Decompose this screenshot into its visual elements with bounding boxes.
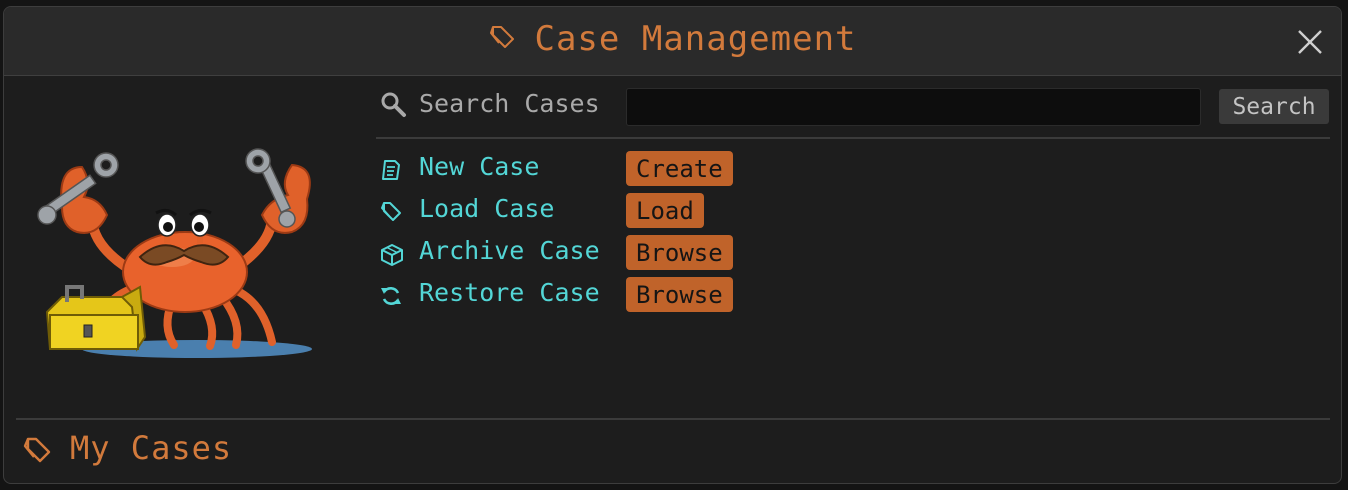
search-input[interactable] [626,88,1201,126]
search-row: Search Cases Search [374,87,1332,127]
action-row-restore-case: Restore Case Browse [376,277,826,319]
new-document-icon [379,158,403,182]
folder-open-icon [379,200,403,224]
divider [16,418,1330,420]
crab-mechanic-mascot [22,137,332,362]
action-row-load-case: Load Case Load [376,193,826,235]
search-icon [379,90,407,122]
action-row-archive-case: Archive Case Browse [376,235,826,277]
restore-case-label: Restore Case [419,278,600,307]
divider [376,137,1330,139]
search-button[interactable]: Search [1219,89,1329,124]
title-bar: Case Management [4,7,1341,76]
archive-case-label: Archive Case [419,236,600,265]
load-button[interactable]: Load [626,193,704,228]
browse-restore-button[interactable]: Browse [626,277,733,312]
close-icon[interactable] [1297,29,1323,55]
action-row-new-case: New Case Create [376,151,826,193]
window-title: Case Management [534,19,857,59]
folder-tag-icon [488,23,516,55]
title-group: Case Management [4,19,1341,59]
search-label: Search Cases [419,89,600,118]
my-cases-label: My Cases [70,429,233,467]
load-case-label: Load Case [419,194,555,223]
folder-tag-icon [22,435,52,469]
case-management-window: Case Management Search Cases Search New … [3,6,1342,484]
case-actions: New Case Create Load Case Load Archive C… [376,151,826,319]
browse-archive-button[interactable]: Browse [626,235,733,270]
restore-icon [379,284,403,308]
create-button[interactable]: Create [626,151,733,186]
my-cases-section[interactable]: My Cases [16,427,416,471]
new-case-label: New Case [419,152,540,181]
archive-box-icon [379,242,403,266]
